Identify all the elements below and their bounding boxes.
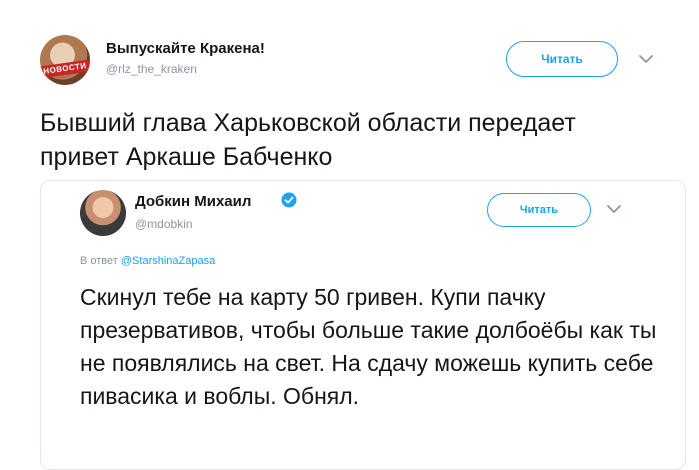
chevron-down-icon[interactable] <box>638 53 654 65</box>
outer-author-name[interactable]: Выпускайте Кракена! <box>106 40 265 57</box>
quoted-tweet-text: Скинул тебе на карту 50 гривен. Купи пач… <box>80 284 657 409</box>
quoted-follow-button[interactable]: Читать <box>487 193 591 227</box>
outer-author-handle[interactable]: @rlz_the_kraken <box>106 62 197 76</box>
outer-tweet-text: Бывший глава Харьковской области передае… <box>40 109 576 171</box>
chevron-down-icon[interactable] <box>606 203 622 215</box>
reply-prefix: В ответ <box>80 255 118 267</box>
quoted-author-avatar[interactable] <box>80 190 126 236</box>
outer-author-avatar[interactable]: НОВОСТИ <box>40 35 90 85</box>
verified-badge-icon <box>281 192 297 208</box>
outer-follow-button[interactable]: Читать <box>506 41 618 77</box>
quoted-author-handle[interactable]: @mdobkin <box>135 217 193 231</box>
avatar-banner-text: НОВОСТИ <box>42 61 88 76</box>
quoted-author-name[interactable]: Добкин Михаил <box>135 193 251 210</box>
reply-mention-link[interactable]: @StarshinaZapasa <box>121 255 215 267</box>
reply-context: В ответ @StarshinaZapasa <box>80 255 215 267</box>
